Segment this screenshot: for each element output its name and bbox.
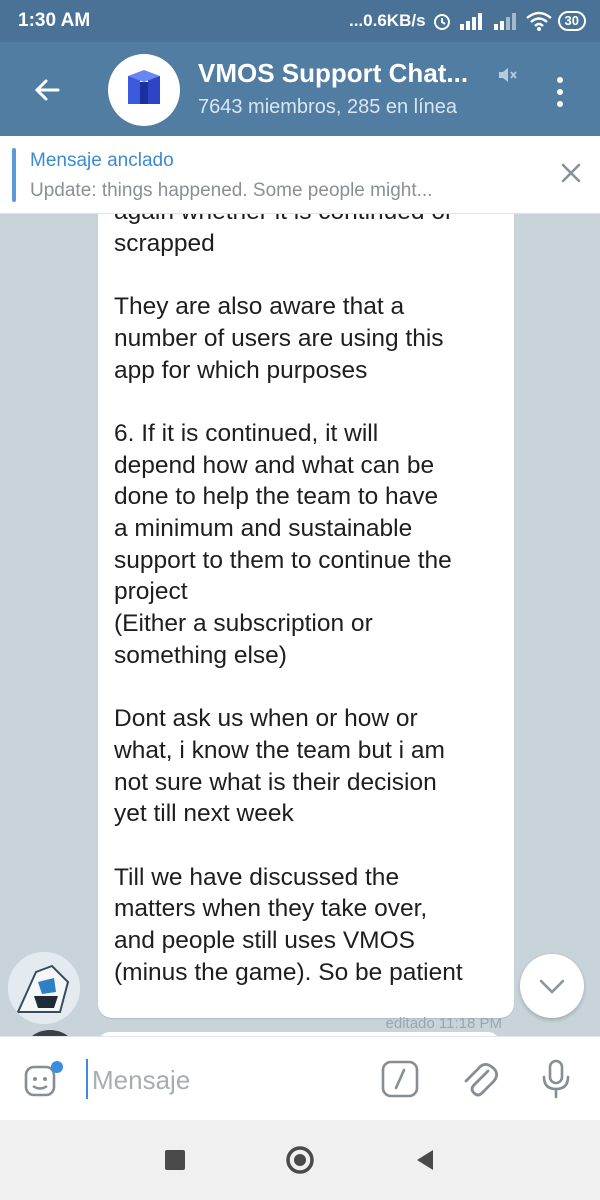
avatar[interactable] bbox=[8, 952, 80, 1024]
chat-header: VMOS Support Chat... 7643 miembros, 285 … bbox=[0, 42, 600, 136]
signal-icon bbox=[459, 13, 482, 30]
chat-subtitle: 7643 miembros, 285 en línea bbox=[198, 96, 458, 118]
message-input-bar bbox=[0, 1036, 600, 1120]
sender-avatar-image bbox=[8, 952, 80, 1024]
chevron-down-icon bbox=[539, 979, 565, 994]
wifi-icon bbox=[525, 11, 552, 31]
status-bar: 1:30 AM ...0.6KB/s 30 bbox=[0, 0, 600, 42]
pinned-message[interactable]: Mensaje anclado Update: things happened.… bbox=[0, 136, 600, 214]
battery-level: 30 bbox=[557, 11, 586, 31]
vmos-logo bbox=[128, 70, 160, 104]
network-speed: ...0.6KB/s bbox=[348, 11, 426, 30]
message-text: again whether it is continued or scrappe… bbox=[114, 214, 463, 986]
microphone-icon[interactable] bbox=[536, 1057, 576, 1101]
message-bubble[interactable]: again whether it is continued or scrappe… bbox=[98, 214, 514, 1032]
text-cursor bbox=[86, 1059, 88, 1099]
status-time: 1:30 AM bbox=[18, 10, 91, 31]
command-icon[interactable] bbox=[380, 1059, 420, 1099]
mute-icon bbox=[499, 68, 517, 82]
home-icon[interactable] bbox=[284, 1144, 316, 1176]
more-vert-icon[interactable] bbox=[548, 72, 572, 112]
message-input[interactable] bbox=[90, 1057, 364, 1103]
signal-icon-2 bbox=[493, 13, 516, 30]
pinned-accent-bar bbox=[12, 148, 16, 202]
close-icon[interactable] bbox=[556, 158, 586, 188]
recent-apps-icon[interactable] bbox=[159, 1144, 191, 1176]
back-icon[interactable] bbox=[409, 1144, 441, 1176]
alarm-icon bbox=[433, 14, 450, 30]
message-meta: editado 11:18 PM bbox=[385, 1015, 502, 1032]
group-avatar[interactable] bbox=[108, 54, 180, 126]
scroll-down-button[interactable] bbox=[520, 954, 584, 1018]
paperclip-icon[interactable] bbox=[458, 1057, 500, 1101]
pinned-text: Update: things happened. Some people mig… bbox=[30, 180, 433, 201]
status-indicators: ...0.6KB/s 30 bbox=[349, 11, 586, 31]
pinned-title: Mensaje anclado bbox=[30, 150, 174, 171]
system-nav-bar bbox=[0, 1120, 600, 1200]
chat-title[interactable]: VMOS Support Chat... bbox=[198, 58, 488, 89]
back-arrow-icon[interactable] bbox=[28, 70, 68, 110]
sticker-icon[interactable] bbox=[22, 1059, 66, 1103]
chat-area[interactable]: again whether it is continued or scrappe… bbox=[0, 214, 600, 1036]
